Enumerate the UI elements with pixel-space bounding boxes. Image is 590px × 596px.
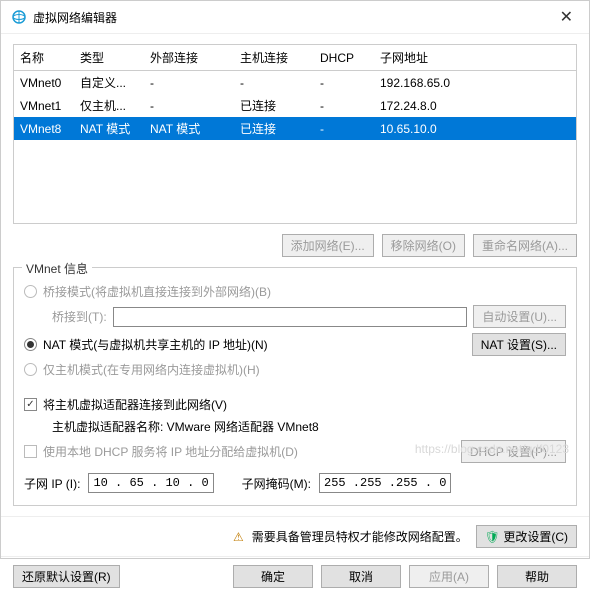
bridged-to-label: 桥接到(T): [52,308,107,325]
restore-defaults-button[interactable]: 还原默认设置(R) [13,565,120,588]
network-table[interactable]: 名称类型外部连接主机连接DHCP子网地址 VMnet0自定义...---192.… [13,44,577,224]
dhcp-settings-button: DHCP 设置(P)... [461,440,566,463]
notice-text: 需要具备管理员特权才能修改网络配置。 [252,528,468,545]
col-header[interactable]: 子网地址 [374,45,576,71]
table-cell: - [314,94,374,117]
group-title: VMnet 信息 [22,260,92,277]
table-cell: VMnet0 [14,71,74,95]
remove-network-button: 移除网络(O) [382,234,465,257]
subnet-ip-label: 子网 IP (I): [24,475,80,492]
dhcp-check [24,445,37,458]
cancel-button[interactable]: 取消 [321,565,401,588]
ok-button[interactable]: 确定 [233,565,313,588]
table-cell: NAT 模式 [144,117,234,140]
table-cell: 192.168.65.0 [374,71,576,95]
help-button[interactable]: 帮助 [497,565,577,588]
bridged-radio [24,285,37,298]
host-adapter-name: 主机虚拟适配器名称: VMware 网络适配器 VMnet8 [52,418,319,435]
table-row[interactable]: VMnet1仅主机...-已连接-172.24.8.0 [14,94,576,117]
hostonly-radio [24,363,37,376]
table-cell: - [234,71,314,95]
nat-radio[interactable] [24,338,37,351]
table-cell: 仅主机... [74,94,144,117]
table-cell: 172.24.8.0 [374,94,576,117]
auto-settings-button: 自动设置(U)... [473,305,566,328]
nat-label: NAT 模式(与虚拟机共享主机的 IP 地址)(N) [43,336,268,353]
table-cell: 已连接 [234,117,314,140]
col-header[interactable]: 主机连接 [234,45,314,71]
col-header[interactable]: 外部连接 [144,45,234,71]
warning-icon: ⚠ [233,530,244,544]
table-cell: 自定义... [74,71,144,95]
subnet-mask-label: 子网掩码(M): [242,475,311,492]
dhcp-label: 使用本地 DHCP 服务将 IP 地址分配给虚拟机(D) [43,443,298,460]
change-settings-label: 更改设置(C) [503,530,568,544]
table-row[interactable]: VMnet8NAT 模式NAT 模式已连接-10.65.10.0 [14,117,576,140]
col-header[interactable]: 名称 [14,45,74,71]
table-cell: - [144,71,234,95]
subnet-ip-input[interactable]: 10 . 65 . 10 . 0 [88,473,213,493]
table-cell: - [144,94,234,117]
add-network-button: 添加网络(E)... [282,234,374,257]
subnet-mask-input[interactable]: 255 .255 .255 . 0 [319,473,451,493]
host-adapter-check[interactable] [24,398,37,411]
nat-settings-button[interactable]: NAT 设置(S)... [472,333,566,356]
table-cell: VMnet8 [14,117,74,140]
window-title: 虚拟网络编辑器 [33,9,554,26]
app-icon [11,9,27,25]
host-adapter-label: 将主机虚拟适配器连接到此网络(V) [43,396,227,413]
table-cell: - [314,71,374,95]
col-header[interactable]: 类型 [74,45,144,71]
table-cell: VMnet1 [14,94,74,117]
shield-icon: 🛡 [485,530,500,544]
close-icon[interactable]: ✕ [554,7,579,27]
col-header[interactable]: DHCP [314,45,374,71]
table-row[interactable]: VMnet0自定义...---192.168.65.0 [14,71,576,95]
bridged-label: 桥接模式(将虚拟机直接连接到外部网络)(B) [43,283,271,300]
bridged-to-select [113,307,468,327]
table-cell: 10.65.10.0 [374,117,576,140]
apply-button: 应用(A) [409,565,489,588]
table-cell: 已连接 [234,94,314,117]
table-cell: NAT 模式 [74,117,144,140]
hostonly-label: 仅主机模式(在专用网络内连接虚拟机)(H) [43,361,260,378]
change-settings-button[interactable]: 🛡 更改设置(C) [476,525,577,548]
table-cell: - [314,117,374,140]
rename-network-button: 重命名网络(A)... [473,234,577,257]
